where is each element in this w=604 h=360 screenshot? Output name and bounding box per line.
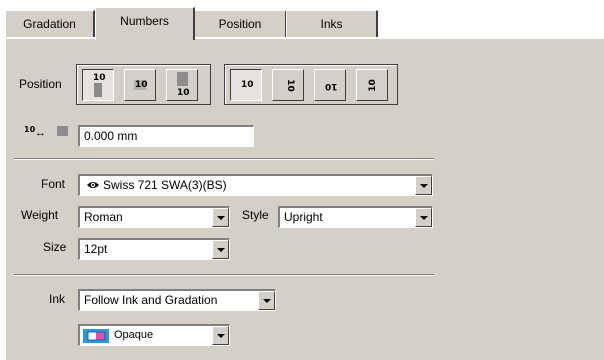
numeral-label: 10 [241, 80, 254, 90]
position-label: Position [19, 77, 62, 91]
opacity-dropdown[interactable]: Opaque [78, 324, 230, 346]
eye-icon [87, 182, 99, 188]
position-vertical-group: 10 10 10 [76, 64, 211, 105]
font-label: Font [41, 177, 66, 191]
size-label: Size [43, 240, 67, 254]
size-value: 12pt [84, 242, 108, 256]
weight-dropdown[interactable]: Roman [78, 206, 230, 228]
style-dropdown[interactable]: Upright [278, 206, 433, 228]
weight-dropdown-arrow[interactable] [212, 208, 229, 227]
numeral-label: 10 [93, 73, 106, 83]
opacity-value: Opaque [114, 329, 154, 341]
size-dropdown[interactable]: 12pt [78, 238, 230, 260]
style-label: Style [242, 208, 269, 222]
ink-label: Ink [49, 292, 66, 306]
weight-label: Weight [21, 208, 59, 222]
numeral-label: 10 [367, 79, 378, 92]
position-rotation-group: 10 10 10 10 [224, 64, 398, 105]
separator [14, 158, 434, 160]
number-offset-input[interactable]: 0.000 mm [78, 125, 254, 147]
font-value: Swiss 721 SWA(3)(BS) [103, 178, 227, 192]
opacity-dropdown-arrow[interactable] [212, 326, 229, 345]
separator [14, 274, 434, 276]
font-dropdown[interactable]: Swiss 721 SWA(3)(BS) [78, 174, 433, 196]
square-icon [57, 126, 68, 136]
numeral-label: 10 [135, 80, 148, 90]
opacity-swatch-icon [83, 329, 109, 343]
square-icon [94, 83, 102, 97]
font-dropdown-arrow[interactable] [415, 176, 432, 195]
offset-icon-numeral: 10 [24, 125, 36, 134]
ink-dropdown[interactable]: Follow Ink and Gradation [78, 289, 276, 311]
number-offset-icon: 10 ↔ [24, 125, 76, 141]
rotation-270-button[interactable]: 10 [356, 69, 388, 101]
ink-dropdown-arrow[interactable] [258, 291, 275, 310]
ink-value: Follow Ink and Gradation [84, 293, 218, 307]
rotation-0-button[interactable]: 10 [230, 69, 262, 101]
number-top-button[interactable]: 10 [82, 69, 114, 101]
double-arrow-icon: ↔ [35, 127, 46, 139]
numeral-label: 10 [177, 88, 190, 98]
number-center-button[interactable]: 10 [124, 69, 156, 101]
style-value: Upright [284, 210, 323, 224]
style-dropdown-arrow[interactable] [415, 208, 432, 227]
numeral-label: 10 [284, 79, 295, 92]
number-bottom-button[interactable]: 10 [166, 69, 198, 101]
tab-numbers[interactable]: Numbers [95, 7, 195, 40]
rotation-90-button[interactable]: 10 [272, 69, 304, 101]
tab-position[interactable]: Position [194, 10, 287, 37]
numeral-label: 10 [325, 81, 338, 91]
size-dropdown-arrow[interactable] [212, 240, 229, 259]
tab-gradation[interactable]: Gradation [5, 10, 95, 37]
square-icon [177, 72, 188, 86]
rotation-180-button[interactable]: 10 [314, 69, 346, 101]
weight-value: Roman [84, 210, 123, 224]
tab-inks[interactable]: Inks [286, 10, 378, 37]
